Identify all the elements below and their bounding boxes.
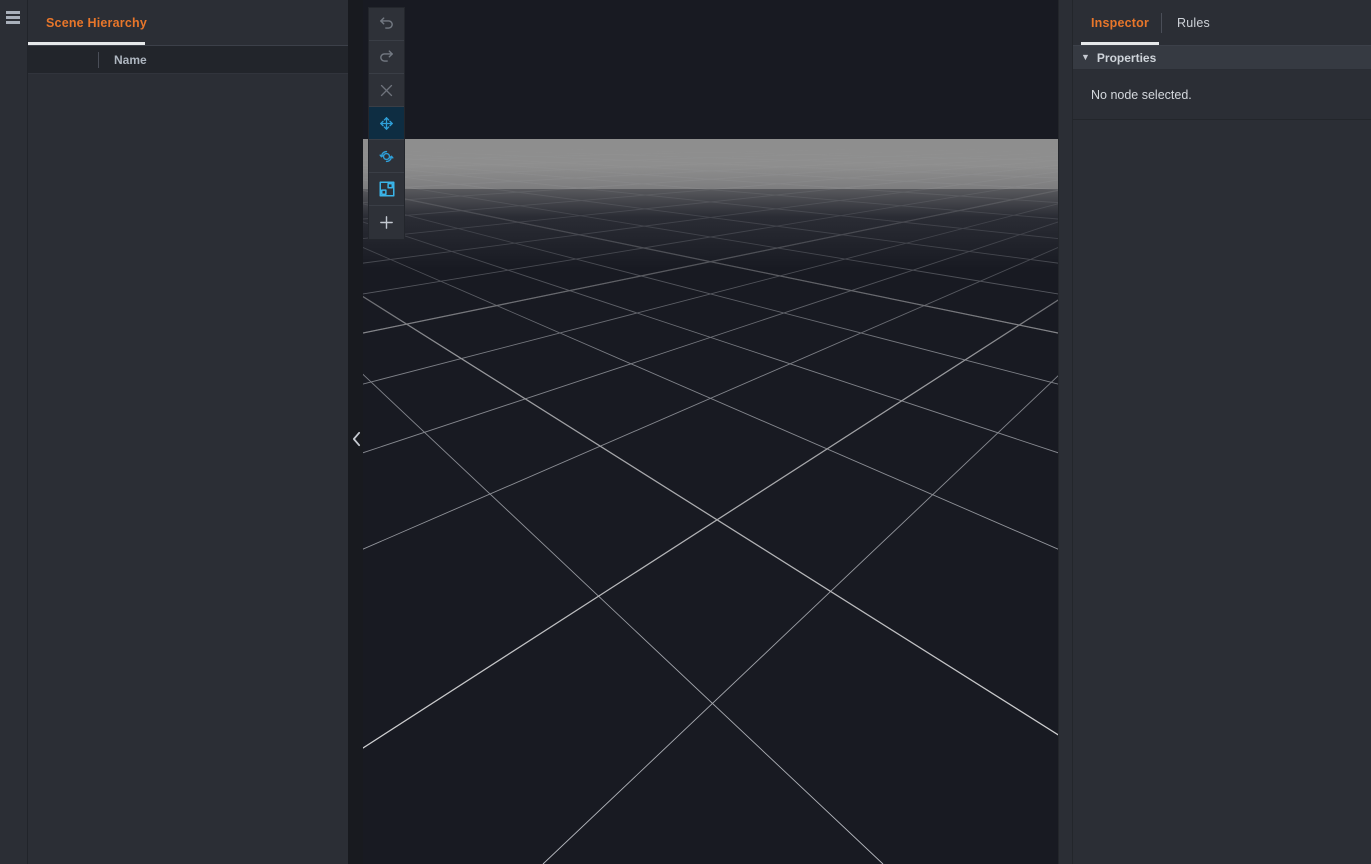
tab-scene-hierarchy-label: Scene Hierarchy	[46, 16, 147, 30]
inspector-tab-underline	[1081, 42, 1159, 45]
editor-window: Scene Hierarchy Name	[0, 0, 1371, 864]
properties-section-body: No node selected.	[1073, 70, 1371, 120]
redo-icon	[378, 49, 395, 66]
properties-section-title: Properties	[1097, 51, 1156, 65]
tab-rules-label: Rules	[1177, 16, 1210, 30]
no-selection-message: No node selected.	[1091, 88, 1192, 102]
add-node-button[interactable]	[369, 206, 404, 239]
hierarchy-tree-body[interactable]	[28, 75, 348, 864]
rotate-icon	[378, 148, 395, 165]
scale-icon	[378, 180, 396, 198]
tab-inspector[interactable]: Inspector	[1091, 0, 1149, 45]
inspector-panel: Inspector Rules ▼ Properties No node sel…	[1073, 0, 1371, 864]
chevron-down-icon: ▼	[1081, 53, 1090, 62]
column-header-name[interactable]: Name	[114, 46, 147, 74]
tab-scene-hierarchy[interactable]: Scene Hierarchy	[28, 0, 165, 45]
inspector-tabbar: Inspector Rules	[1073, 0, 1371, 46]
scale-tool-button[interactable]	[369, 173, 404, 206]
tab-inspector-label: Inspector	[1091, 16, 1149, 30]
tab-rules[interactable]: Rules	[1177, 0, 1210, 45]
properties-section-header[interactable]: ▼ Properties	[1073, 46, 1371, 70]
tab-separator	[1161, 13, 1162, 33]
undo-button[interactable]	[369, 8, 404, 41]
close-icon	[379, 83, 394, 98]
chevron-left-icon	[351, 431, 362, 447]
hierarchy-tabbar: Scene Hierarchy	[28, 0, 348, 46]
column-divider	[98, 52, 99, 68]
viewport-toolbar	[368, 7, 405, 240]
left-rail	[0, 0, 28, 864]
redo-button[interactable]	[369, 41, 404, 74]
scene-hierarchy-panel: Scene Hierarchy Name	[28, 0, 348, 864]
plus-icon	[378, 214, 395, 231]
hierarchy-column-header: Name	[28, 46, 348, 74]
move-tool-button[interactable]	[369, 107, 404, 140]
move-icon	[378, 115, 395, 132]
delete-button[interactable]	[369, 74, 404, 107]
tab-active-underline	[28, 42, 145, 45]
collapse-left-panel-button[interactable]	[347, 426, 365, 452]
panel-splitter[interactable]	[1058, 0, 1073, 864]
scene-viewport[interactable]: Y X Z	[363, 0, 1058, 864]
rotate-tool-button[interactable]	[369, 140, 404, 173]
hamburger-icon[interactable]	[6, 11, 20, 24]
undo-icon	[378, 16, 395, 33]
ground-grid	[363, 0, 1058, 864]
